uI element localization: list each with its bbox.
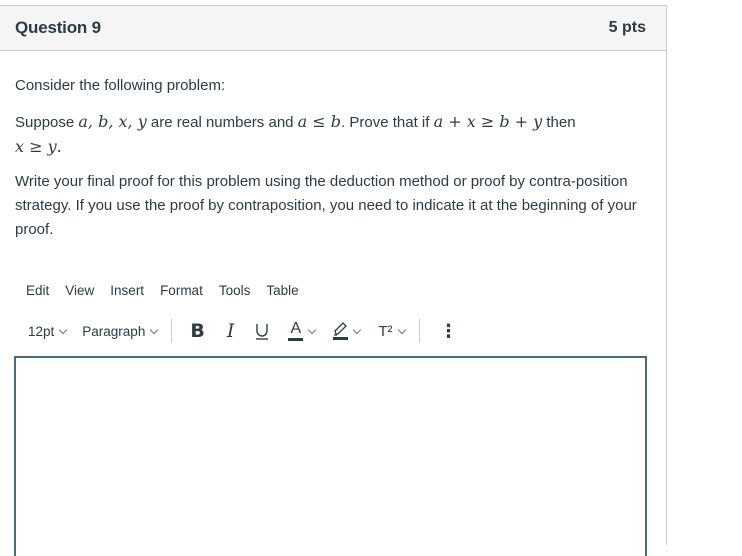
underline-icon (256, 324, 269, 340)
problem-text: Suppose (15, 114, 79, 131)
highlighter-pen-icon (334, 322, 348, 336)
toolbar-separator (418, 319, 420, 343)
math-lhs: a + x (433, 112, 476, 131)
math-geq: ≥ (24, 137, 48, 156)
chevron-down-icon (397, 325, 406, 334)
problem-text: are real numbers and (146, 114, 298, 131)
menu-table[interactable]: Table (266, 283, 298, 298)
math-rhs: b + y (499, 112, 543, 131)
more-vertical-icon: ⋮ (439, 320, 458, 341)
math-geq: ≥ (475, 112, 500, 131)
color-swatch (288, 338, 304, 341)
math-b: b (330, 112, 342, 131)
more-options-button[interactable]: ⋮ (440, 321, 458, 342)
block-format-dropdown[interactable]: Paragraph (82, 323, 159, 339)
menu-insert[interactable]: Insert (110, 283, 144, 298)
instructions-text: Write your final proof for this problem … (15, 173, 637, 238)
editor-toolbar: 12pt Paragraph B I A T² ⋮ (28, 318, 458, 344)
intro-text: Consider the following problem: (15, 77, 226, 94)
chevron-down-icon (150, 325, 159, 334)
answer-editor[interactable] (14, 356, 647, 556)
math-y: y (47, 137, 57, 156)
question-title: Question 9 (15, 18, 101, 37)
superscript-icon: T² (378, 322, 393, 340)
superscript-button[interactable]: T² (378, 322, 406, 340)
toolbar-separator (171, 319, 173, 343)
problem-text: then (542, 114, 576, 131)
menu-tools[interactable]: Tools (219, 283, 251, 298)
editor-menubar: Edit View Insert Format Tools Table (26, 283, 315, 298)
text-color-icon: A (290, 320, 302, 337)
bold-button[interactable]: B (190, 320, 204, 342)
block-format-value: Paragraph (82, 323, 146, 339)
highlight-color-button[interactable] (333, 322, 362, 340)
math-period: . (56, 137, 62, 156)
editor-content[interactable] (16, 358, 645, 556)
text-color-button[interactable]: A (288, 320, 317, 341)
highlight-swatch (333, 337, 349, 340)
math-a: a (297, 112, 308, 131)
math-leq: ≤ (307, 112, 331, 131)
font-size-dropdown[interactable]: 12pt (28, 323, 68, 339)
math-x: x (15, 137, 25, 156)
italic-button[interactable]: I (227, 320, 235, 342)
math-variables: a, b, x, y (78, 112, 147, 131)
question-body: Consider the following problem: Suppose … (15, 74, 645, 242)
menu-view[interactable]: View (65, 283, 94, 298)
problem-statement: Suppose a, b, x, y are real numbers and … (15, 110, 645, 160)
question-points: 5 pts (608, 19, 646, 36)
chevron-down-icon (353, 325, 362, 334)
bold-icon: B (190, 320, 205, 342)
chevron-down-icon (59, 325, 68, 334)
chevron-down-icon (308, 325, 317, 334)
font-size-value: 12pt (28, 323, 55, 339)
menu-edit[interactable]: Edit (26, 283, 49, 298)
question-header: Question 9 5 pts (0, 6, 666, 51)
menu-format[interactable]: Format (160, 283, 203, 298)
underline-button[interactable] (254, 321, 270, 341)
italic-icon: I (226, 320, 235, 342)
problem-text: . Prove that if (341, 114, 434, 131)
